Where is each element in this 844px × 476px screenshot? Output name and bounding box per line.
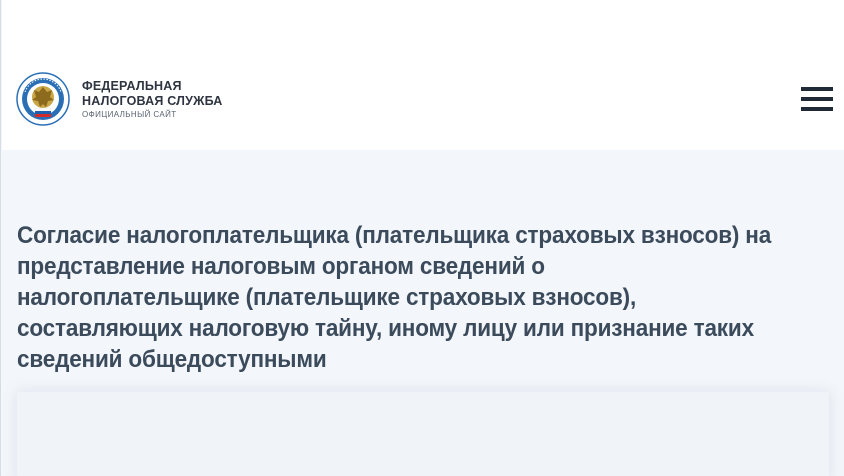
fns-emblem-icon <box>16 72 70 126</box>
menu-bar-bottom <box>801 107 833 111</box>
logo-subtitle: ОФИЦИАЛЬНЫЙ САЙТ <box>82 110 177 119</box>
page-title: Согласие налогоплательщика (плательщика … <box>17 222 772 373</box>
menu-bar-middle <box>801 97 833 101</box>
hamburger-menu-icon[interactable] <box>801 87 833 111</box>
site-header: ФЕДЕРАЛЬНАЯ НАЛОГОВАЯ СЛУЖБА ОФИЦИАЛЬНЫЙ… <box>2 0 844 150</box>
page: ФЕДЕРАЛЬНАЯ НАЛОГОВАЯ СЛУЖБА ОФИЦИАЛЬНЫЙ… <box>0 0 844 476</box>
logo-title-line2: НАЛОГОВАЯ СЛУЖБА <box>82 94 223 108</box>
logo-home-link[interactable]: ФЕДЕРАЛЬНАЯ НАЛОГОВАЯ СЛУЖБА ОФИЦИАЛЬНЫЙ… <box>16 72 223 126</box>
menu-bar-top <box>801 87 833 91</box>
logo-text: ФЕДЕРАЛЬНАЯ НАЛОГОВАЯ СЛУЖБА ОФИЦИАЛЬНЫЙ… <box>82 79 223 119</box>
logo-title-line1: ФЕДЕРАЛЬНАЯ <box>82 79 182 93</box>
content-panel <box>17 392 829 476</box>
